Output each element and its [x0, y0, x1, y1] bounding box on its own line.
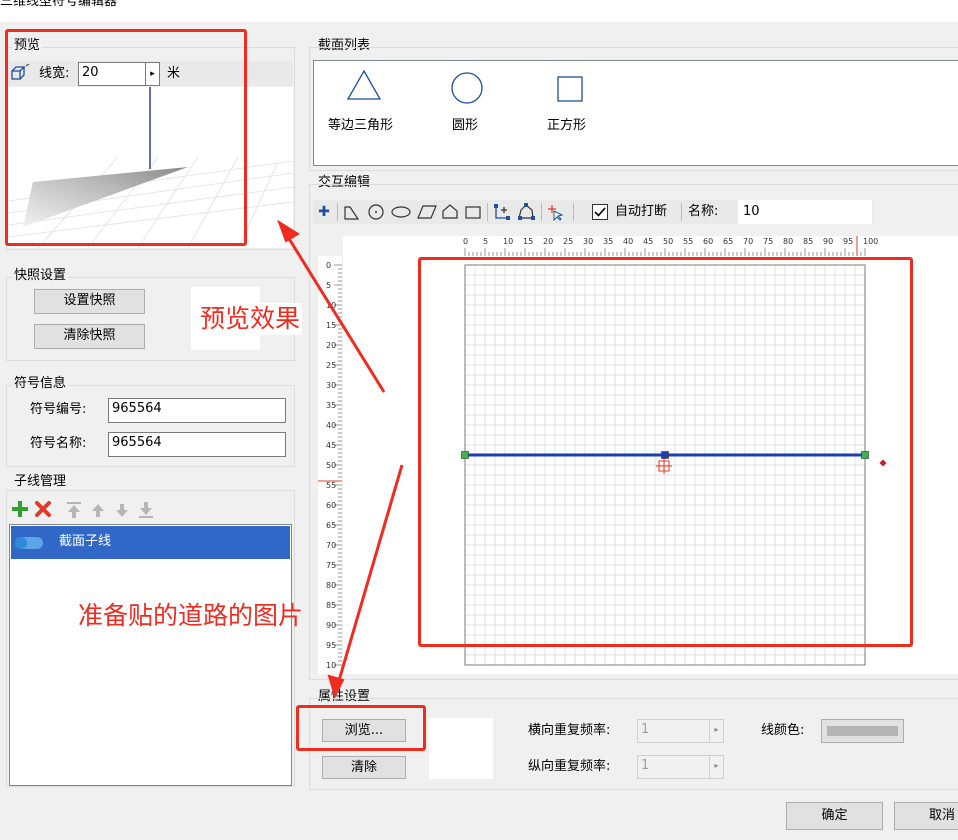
- annotation-arrows: [277, 219, 404, 699]
